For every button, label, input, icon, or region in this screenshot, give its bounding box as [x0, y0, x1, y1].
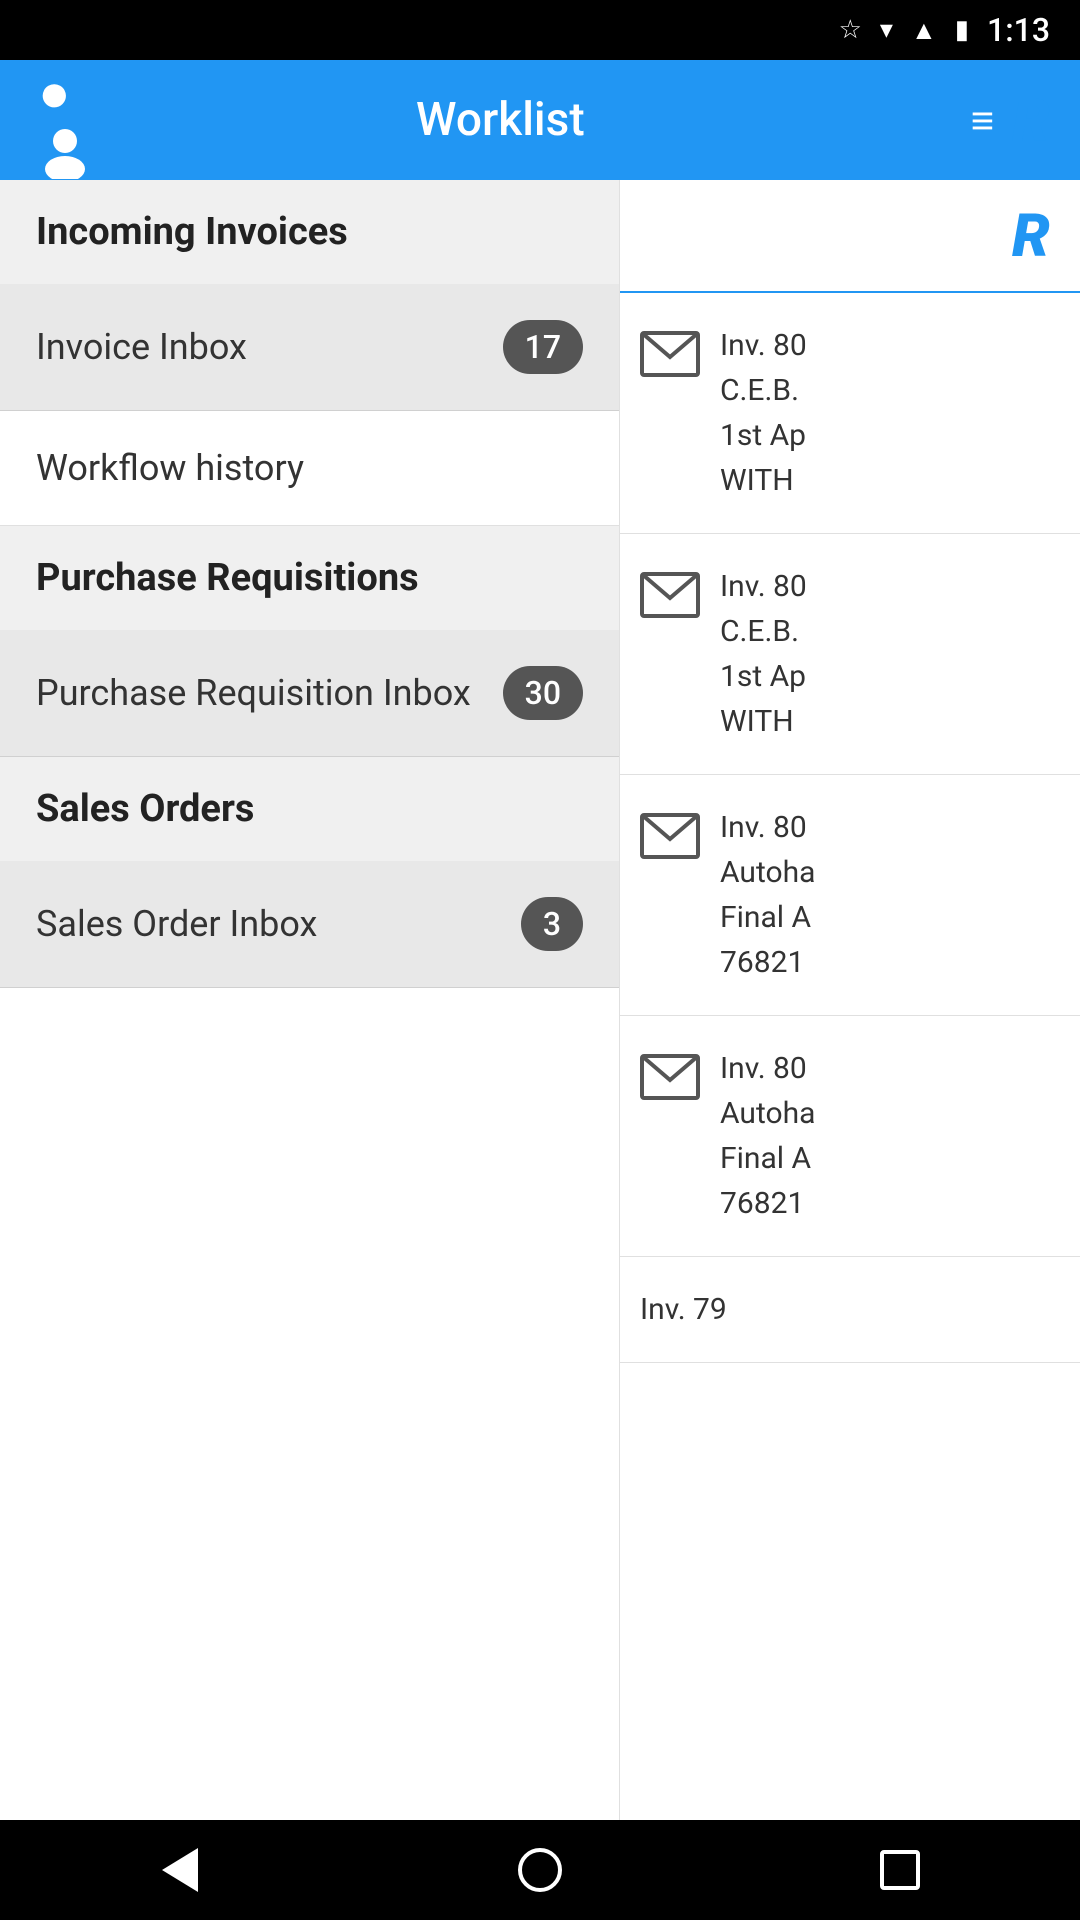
email-line-3-4: 76821	[720, 940, 1060, 985]
email-text-1: Inv. 80 C.E.B. 1st Ap WITH	[720, 323, 1060, 503]
email-line-1-2: C.E.B.	[720, 368, 1060, 413]
email-icon-wrap-1	[640, 331, 700, 381]
email-text-4: Inv. 80 Autoha Final A 76821	[720, 1046, 1060, 1226]
email-icon-2	[640, 572, 700, 618]
email-line-4-3: Final A	[720, 1136, 1060, 1181]
sidebar: Incoming Invoices Invoice Inbox 17 Workf…	[0, 180, 620, 1820]
email-text-5: Inv. 79	[640, 1287, 1060, 1332]
email-item-5[interactable]: Inv. 79	[620, 1257, 1080, 1363]
email-line-3-3: Final A	[720, 895, 1060, 940]
sidebar-item-sales-order-inbox[interactable]: Sales Order Inbox 3	[0, 861, 619, 988]
back-icon	[162, 1848, 198, 1892]
recents-button[interactable]	[860, 1830, 940, 1910]
email-icon-wrap-2	[640, 572, 700, 622]
header-right-actions: ≡ R	[971, 85, 1050, 156]
email-icon-4	[640, 1054, 700, 1100]
sidebar-item-label-sales-order-inbox: Sales Order Inbox	[36, 903, 317, 945]
email-icon-3	[640, 813, 700, 859]
email-line-1-3: 1st Ap	[720, 413, 1060, 458]
wifi-icon: ▾	[880, 15, 893, 45]
recents-icon	[880, 1850, 920, 1890]
menu-icon[interactable]: ≡	[971, 97, 996, 144]
email-line-2-3: 1st Ap	[720, 654, 1060, 699]
bottom-nav	[0, 1820, 1080, 1920]
email-text-3: Inv. 80 Autoha Final A 76821	[720, 805, 1060, 985]
section-header-purchase-requisitions: Purchase Requisitions	[0, 526, 619, 630]
email-line-2-1: Inv. 80	[720, 564, 1060, 609]
email-icon-wrap-3	[640, 813, 700, 863]
right-panel-brand-logo: R	[1012, 200, 1050, 271]
status-bar: ☆ ▾ ▲ ▮ 1:13	[0, 0, 1080, 60]
star-icon: ☆	[839, 15, 862, 45]
signal-icon: ▲	[911, 15, 937, 46]
home-icon	[518, 1848, 562, 1892]
section-header-sales-orders: Sales Orders	[0, 757, 619, 861]
email-item-3[interactable]: Inv. 80 Autoha Final A 76821	[620, 775, 1080, 1016]
brand-logo: R	[1012, 85, 1050, 156]
email-item-1[interactable]: Inv. 80 C.E.B. 1st Ap WITH	[620, 293, 1080, 534]
email-item-2[interactable]: Inv. 80 C.E.B. 1st Ap WITH	[620, 534, 1080, 775]
header: ● Worklist ≡ R	[0, 60, 1080, 180]
email-icon-1	[640, 331, 700, 377]
email-line-3-1: Inv. 80	[720, 805, 1060, 850]
sidebar-item-invoice-inbox[interactable]: Invoice Inbox 17	[0, 284, 619, 411]
home-button[interactable]	[500, 1830, 580, 1910]
header-title: Worklist	[30, 93, 971, 147]
email-line-3-2: Autoha	[720, 850, 1060, 895]
badge-invoice-inbox: 17	[503, 320, 583, 374]
email-line-5-1: Inv. 79	[640, 1287, 1060, 1332]
email-icon-wrap-4	[640, 1054, 700, 1104]
sidebar-item-purchase-requisition-inbox[interactable]: Purchase Requisition Inbox 30	[0, 630, 619, 757]
email-line-2-2: C.E.B.	[720, 609, 1060, 654]
right-panel: R Inv. 80 C.E.B. 1st Ap WITH	[620, 180, 1080, 1820]
email-line-1-1: Inv. 80	[720, 323, 1060, 368]
email-item-4[interactable]: Inv. 80 Autoha Final A 76821	[620, 1016, 1080, 1257]
email-line-4-4: 76821	[720, 1181, 1060, 1226]
sidebar-item-label-workflow-history: Workflow history	[36, 447, 304, 489]
back-button[interactable]	[140, 1830, 220, 1910]
email-line-4-1: Inv. 80	[720, 1046, 1060, 1091]
badge-sales-order-inbox: 3	[521, 897, 583, 951]
battery-icon: ▮	[955, 15, 969, 45]
main-content: Incoming Invoices Invoice Inbox 17 Workf…	[0, 180, 1080, 1820]
sidebar-item-label-invoice-inbox: Invoice Inbox	[36, 326, 247, 368]
email-text-2: Inv. 80 C.E.B. 1st Ap WITH	[720, 564, 1060, 744]
right-panel-header: R	[620, 180, 1080, 293]
sidebar-item-label-purchase-requisition-inbox: Purchase Requisition Inbox	[36, 672, 471, 714]
sidebar-item-workflow-history[interactable]: Workflow history	[0, 411, 619, 526]
status-time: 1:13	[987, 11, 1050, 49]
badge-purchase-requisition-inbox: 30	[503, 666, 583, 720]
email-line-1-4: WITH	[720, 458, 1060, 503]
email-line-2-4: WITH	[720, 699, 1060, 744]
section-header-incoming-invoices: Incoming Invoices	[0, 180, 619, 284]
email-line-4-2: Autoha	[720, 1091, 1060, 1136]
